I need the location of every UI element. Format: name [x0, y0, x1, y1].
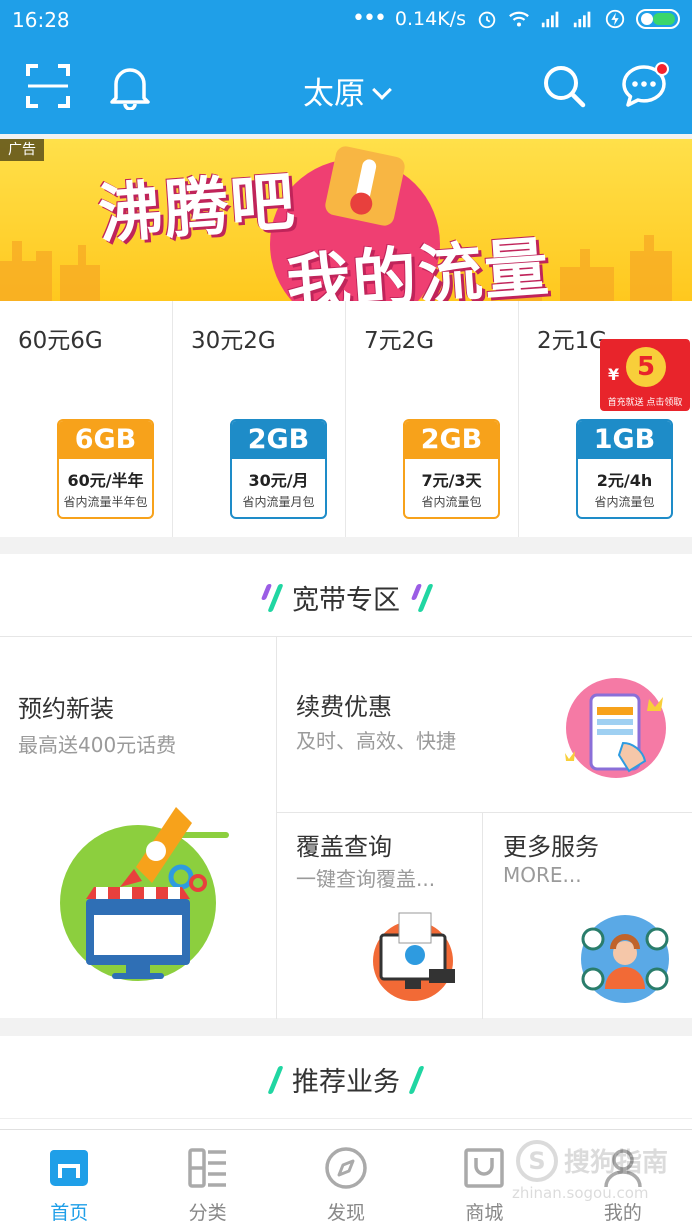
tab-label: 首页: [50, 1202, 89, 1224]
renewal-offer-tile[interactable]: 续费优惠 及时、高效、快捷: [277, 637, 692, 813]
cell-signal-icon: [573, 11, 591, 27]
cell-signal-icon: [541, 11, 559, 27]
package-desc: 省内流量半年包: [63, 495, 148, 509]
watermark-url: zhinan.sogou.com: [512, 1184, 649, 1202]
package-name: 7元2G: [364, 328, 435, 354]
red-packet-floating-button[interactable]: ¥ 5 首充就送 点击领取: [600, 331, 690, 411]
package-size: 6GB: [59, 421, 152, 459]
package-size: 2GB: [405, 421, 498, 459]
package-price: 30元/月: [248, 471, 309, 490]
city-name: 太原: [303, 76, 365, 112]
red-packet-text: 首充就送 点击领取: [607, 398, 683, 408]
promo-banner[interactable]: 沸腾吧 我的流量 广告: [0, 139, 692, 301]
tile-title: 更多服务: [503, 833, 599, 861]
package-name: 60元6G: [18, 328, 103, 354]
customer-service-illustration: [581, 915, 669, 1003]
chevron-down-icon: [372, 80, 392, 100]
package-card: 1GB 2元/4h 省内流量包: [576, 419, 673, 519]
data-package-list: 60元6G 6GB 60元/半年 省内流量半年包 30元2G 2GB 30元/月…: [0, 301, 692, 537]
header: 太原: [0, 40, 692, 134]
package-price: 7元/3天: [421, 471, 482, 490]
charging-icon: [605, 9, 625, 28]
tile-title: 覆盖查询: [296, 833, 392, 861]
recommend-section-header: 推荐业务: [0, 1036, 692, 1118]
banner-title-line1: 沸腾吧: [96, 165, 299, 253]
signal-dots-icon: •••: [351, 6, 387, 31]
package-item[interactable]: 7元2G 2GB 7元/3天 省内流量包: [346, 301, 519, 537]
app-screen: { "status_bar": { "time": "16:28", "netw…: [0, 0, 692, 1230]
tab-home[interactable]: 首页: [0, 1130, 138, 1230]
battery-icon: [636, 8, 680, 29]
phone-payment-illustration: [565, 678, 666, 778]
tab-category[interactable]: 分类: [138, 1130, 276, 1230]
search-icon[interactable]: [540, 62, 588, 110]
tile-subtitle: 及时、高效、快捷: [296, 729, 456, 753]
rocket-shop-illustration: [60, 807, 229, 981]
message-badge: [655, 62, 669, 76]
package-name: 2元1G: [537, 328, 608, 354]
currency-symbol: ¥: [608, 365, 620, 384]
coverage-computer-illustration: [373, 912, 455, 1001]
tab-label: 分类: [188, 1202, 227, 1224]
tile-subtitle: MORE...: [503, 863, 582, 887]
home-icon: [50, 1150, 89, 1186]
new-install-tile[interactable]: 预约新装 最高送400元话费: [0, 637, 277, 1019]
package-name: 30元2G: [191, 328, 276, 354]
decor-slash-icon: [408, 1065, 425, 1094]
section-title: 推荐业务: [292, 1067, 400, 1098]
status-time: 16:28: [12, 8, 70, 32]
decor-slash-icon: [267, 1065, 284, 1094]
package-size: 2GB: [232, 421, 325, 459]
tab-discover[interactable]: 发现: [277, 1130, 415, 1230]
sogou-watermark: S 搜狗指南 zhinan.sogou.com: [512, 1138, 682, 1208]
network-speed: 0.14K/s: [394, 7, 466, 30]
tile-subtitle: 一键查询覆盖...: [296, 867, 436, 891]
status-bar: 16:28 ••• 0.14K/s: [0, 0, 692, 40]
broadband-grid: 预约新装 最高送400元话费 续费优惠 及时、高效、快捷 覆盖查询 一键查询覆盖…: [0, 636, 692, 1019]
package-price: 2元/4h: [596, 471, 653, 490]
package-desc: 省内流量包: [421, 495, 482, 509]
category-icon: [187, 1148, 226, 1188]
package-item[interactable]: 60元6G 6GB 60元/半年 省内流量半年包: [0, 301, 173, 537]
alarm-icon: [478, 11, 496, 28]
package-desc: 省内流量月包: [242, 495, 315, 509]
top-bar: 16:28 ••• 0.14K/s 太原: [0, 0, 692, 134]
sogou-logo-icon: S: [516, 1140, 558, 1182]
coverage-query-tile[interactable]: 覆盖查询 一键查询覆盖...: [277, 813, 483, 1019]
city-selector[interactable]: 太原: [0, 68, 692, 113]
package-card: 6GB 60元/半年 省内流量半年包: [57, 419, 154, 519]
section-title: 宽带专区: [292, 585, 400, 616]
thermometer-icon: [323, 144, 407, 228]
package-card: 2GB 7元/3天 省内流量包: [403, 419, 500, 519]
compass-icon: [325, 1147, 367, 1189]
shop-icon: [464, 1148, 505, 1188]
package-size: 1GB: [578, 421, 671, 459]
tab-label: 发现: [327, 1202, 366, 1224]
more-services-tile[interactable]: 更多服务 MORE...: [483, 813, 692, 1019]
wifi-icon: [509, 11, 529, 27]
package-price: 60元/半年: [67, 471, 144, 490]
ad-label: 广告: [0, 139, 44, 161]
package-card: 2GB 30元/月 省内流量月包: [230, 419, 327, 519]
package-item[interactable]: 30元2G 2GB 30元/月 省内流量月包: [173, 301, 346, 537]
tile-title: 续费优惠: [296, 693, 392, 721]
watermark-brand: 搜狗指南: [564, 1148, 669, 1178]
tile-title: 预约新装: [18, 695, 114, 723]
tile-subtitle: 最高送400元话费: [18, 733, 177, 757]
decor-slash-icon: [410, 583, 434, 612]
red-packet-amount: 5: [626, 347, 666, 387]
broadband-section-header: 宽带专区: [0, 554, 692, 636]
decor-slash-icon: [260, 583, 284, 612]
package-desc: 省内流量包: [594, 495, 655, 509]
